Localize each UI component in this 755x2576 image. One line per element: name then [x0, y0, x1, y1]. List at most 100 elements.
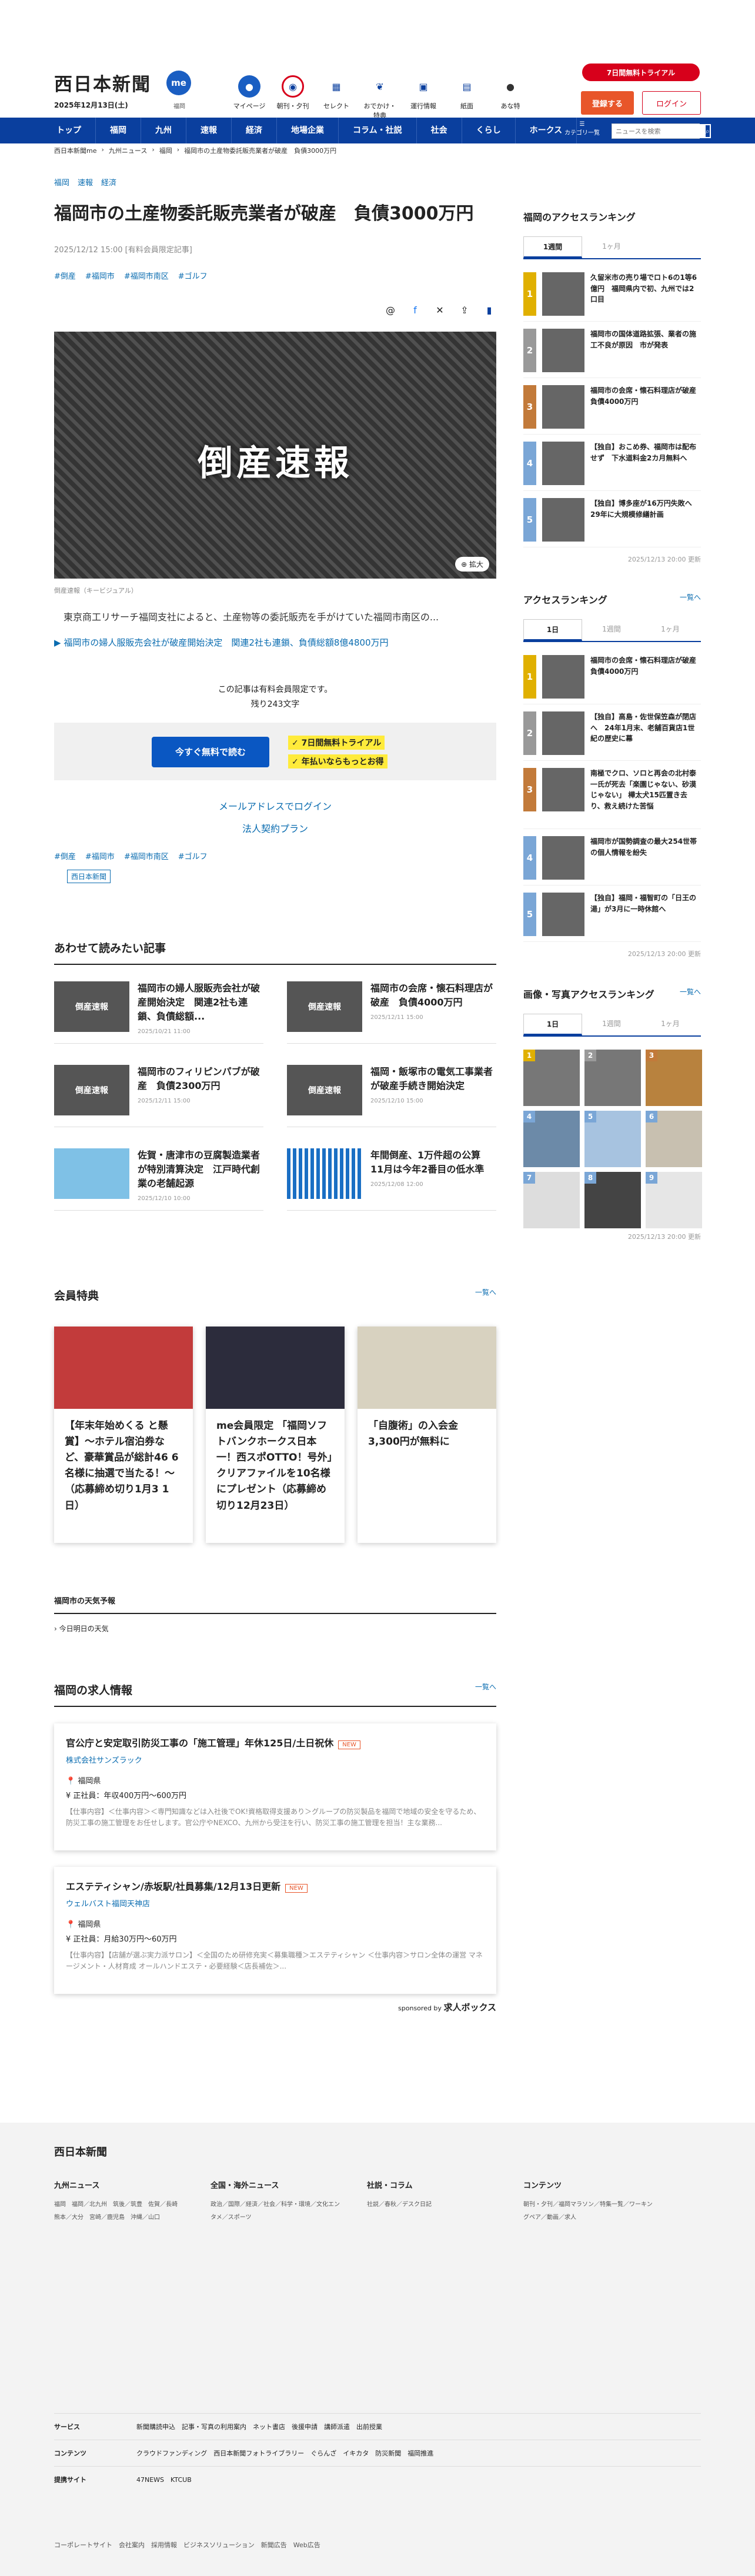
related-card[interactable]: 倒産速報 福岡市のフィリピンパブが破産 負債2300万円 2025/12/11 15… — [54, 1064, 263, 1127]
threads-icon[interactable]: @ — [383, 303, 397, 318]
hashtag-link[interactable]: #福岡市南区 — [124, 270, 169, 281]
ranking-item[interactable]: 3 福岡市の会席・懐石料理店が破産 負債4000万円 — [523, 385, 703, 435]
photo-thumb[interactable]: 6 — [646, 1111, 702, 1167]
search-input[interactable] — [612, 124, 704, 138]
tab-day[interactable]: 1日 — [523, 619, 582, 641]
transit-link[interactable]: ▣ 運行情報 — [405, 75, 442, 120]
select-link[interactable]: ▦ セレクト — [318, 75, 355, 120]
outing-link[interactable]: ❦ おでかけ・特典 — [361, 75, 399, 120]
hashtag-link[interactable]: #ゴルフ — [178, 850, 208, 861]
nav-item[interactable]: 社会 — [417, 118, 462, 143]
hashtag-link[interactable]: #倒産 — [54, 850, 76, 861]
related-card[interactable]: 年間倒産、1万件超の公算 11月は今年2番目の低水準 2025/12/08 12:… — [287, 1148, 496, 1211]
paper-edition-link[interactable]: ◉ 朝刊・夕刊 — [274, 75, 312, 120]
hashtag-link[interactable]: #福岡市 — [85, 850, 115, 861]
tab-week[interactable]: 1週間 — [582, 619, 641, 641]
footer-logo[interactable]: 西日本新聞 — [54, 2144, 107, 2159]
hashtag-link[interactable]: #倒産 — [54, 270, 76, 281]
photo-thumb[interactable]: 2 — [584, 1050, 641, 1106]
site-logo[interactable]: 西日本新聞 — [54, 69, 151, 96]
ranking-more-link[interactable]: 一覧へ — [680, 592, 701, 606]
breadcrumb-item[interactable]: 福岡 — [159, 146, 172, 155]
sponsor-logo[interactable]: 求人ボックス — [443, 2002, 496, 2013]
hashtag-link[interactable]: #福岡市 — [85, 270, 115, 281]
ranking-item[interactable]: 4 福岡市が国勢調査の最大254世帯の個人情報を紛失 — [523, 836, 701, 886]
nav-item[interactable]: 地場企業 — [277, 118, 339, 143]
related-card[interactable]: 倒産速報 福岡・飯塚市の電気工事業者が破産手続き開始決定 2025/12/10 15… — [287, 1064, 496, 1127]
mail-login-link[interactable]: メールアドレスでログイン — [54, 796, 496, 818]
corp-plan-link[interactable]: 法人契約プラン — [54, 818, 496, 840]
login-button[interactable]: ログイン — [642, 91, 701, 115]
trial-banner[interactable]: 7日間無料トライアル — [582, 64, 700, 81]
tag-link[interactable]: 福岡 — [54, 176, 69, 188]
tab-month[interactable]: 1ヶ月 — [582, 236, 641, 258]
ranking-item[interactable]: 1 久留米市の売り場でロト6の1等6億円 福岡県内で初、九州では2口目 — [523, 272, 701, 322]
job-card[interactable]: エステティシャン/赤坂駅/社員募集/12月13日更新 NEW ウェルバスト福岡天神… — [54, 1867, 496, 1994]
job-card[interactable]: 官公庁と安定取引防災工事の「施工管理」年休125日/土日祝休 NEW 株式会社サン… — [54, 1723, 496, 1850]
search-icon[interactable]: ⌕ — [704, 124, 711, 138]
hashtag-link[interactable]: #福岡市南区 — [124, 850, 169, 861]
tab-month[interactable]: 1ヶ月 — [641, 619, 700, 641]
share-icon[interactable]: ⇪ — [457, 303, 472, 318]
tab-month[interactable]: 1ヶ月 — [641, 1014, 700, 1035]
related-link[interactable]: ▶ 福岡市の婦人服販売会社が破産開始決定 関連2社も連鎖、負債総額8億4800万… — [54, 636, 496, 649]
facebook-icon[interactable]: f — [408, 303, 422, 318]
ranking-item[interactable]: 1 福岡市の会席・懐石料理店が破産 負債4000万円 — [523, 655, 703, 704]
nav-item[interactable]: 速報 — [186, 118, 232, 143]
photo-thumb[interactable]: 5 — [584, 1111, 641, 1167]
free-read-button[interactable]: 今すぐ無料で読む — [152, 736, 269, 767]
nav-item[interactable]: コラム・社説 — [339, 118, 417, 143]
nav-item[interactable]: くらし — [462, 118, 516, 143]
footer-links[interactable]: 朝刊・夕刊／福岡マラソン／特集一覧／ワーキングペア／動画／求人 — [523, 2199, 656, 2224]
ranking-item[interactable]: 4 【独自】おこめ券、福岡市は配布せず 下水道料金2カ月無料へ — [523, 442, 701, 491]
footer-bottom-links[interactable]: コーポレートサイト 会社案内 採用情報 ビジネスソリューション 新聞広告 Web… — [54, 2540, 320, 2550]
ranking-item[interactable]: 2 福岡市の国体道路拡張、業者の施工不良が原因 市が発表 — [523, 329, 701, 378]
register-button[interactable]: 登録する — [581, 91, 634, 115]
tab-week[interactable]: 1週間 — [523, 236, 582, 258]
shimen-link[interactable]: ▤ 紙面 — [448, 75, 486, 120]
ranking-item[interactable]: 3 南極でクロ、ソロと再会の北村泰一氏が死去「楽園じゃない、砂漠じゃない」 樺太犬… — [523, 768, 701, 829]
tag-link[interactable]: 経済 — [101, 176, 116, 188]
perks-more-link[interactable]: 一覧へ — [475, 1287, 496, 1303]
enlarge-button[interactable]: ⊕ 拡大 — [455, 556, 489, 572]
photo-thumb[interactable]: 7 — [523, 1172, 580, 1228]
bookmark-icon[interactable]: ▮ — [482, 303, 496, 318]
tag-link[interactable]: 速報 — [78, 176, 93, 188]
nav-item[interactable]: トップ — [42, 118, 96, 143]
related-card[interactable]: 倒産速報 福岡市の会席・懐石料理店が破産 負債4000万円 2025/12/11 1… — [287, 981, 496, 1044]
photo-thumb[interactable]: 1 — [523, 1050, 580, 1106]
perk-card[interactable]: 「自腹術」の入会金3,300円が無料に — [358, 1326, 496, 1543]
hashtag-link[interactable]: #ゴルフ — [178, 270, 208, 281]
anatoku-link[interactable]: ● あな特 — [492, 75, 529, 120]
footer-links[interactable]: 政治／国際／経済／社会／科学・環境／文化エンタメ／スポーツ — [211, 2199, 343, 2224]
perk-card[interactable]: me会員限定 「福岡ソフトバンクホークス日本一！西スポOTTO！号外」クリアファ… — [206, 1326, 345, 1543]
photo-thumb[interactable]: 8 — [584, 1172, 641, 1228]
related-card[interactable]: 倒産速報 福岡市の婦人服販売会社が破産開始決定 関連2社も連鎖、負債総額... 20… — [54, 981, 263, 1044]
x-icon[interactable]: ✕ — [433, 303, 447, 318]
ranking-item[interactable]: 5 【独自】福岡・福智町の「日王の湯」が3月に一時休館へ — [523, 893, 701, 942]
tab-week[interactable]: 1週間 — [582, 1014, 641, 1035]
perk-card[interactable]: 【年末年始めくる と懸賞】〜ホテル宿泊券など、豪華賞品が総計46 6名様に抽選で… — [54, 1326, 193, 1543]
ranking-item[interactable]: 2 【独自】高島・佐世保笠森が閉店へ 24年1月末、老舗百貨店1世紀の歴史に幕 — [523, 711, 701, 761]
nav-item[interactable]: 福岡 — [96, 118, 141, 143]
breadcrumb-item[interactable]: 九州ニュース — [109, 146, 147, 155]
hero-image[interactable]: 倒産速報 ⊕ 拡大 — [54, 331, 496, 579]
breadcrumb-item[interactable]: 西日本新聞me — [54, 146, 96, 155]
ranking-item[interactable]: 5 【独自】博多座が16万円失敗へ 29年に大規模修繕計画 — [523, 498, 701, 547]
jobs-more-link[interactable]: 一覧へ — [475, 1682, 496, 1698]
photo-thumb[interactable]: 9 — [646, 1172, 702, 1228]
mypage-link[interactable]: ● マイページ — [230, 75, 268, 120]
weather-link[interactable]: › 今日明日の天気 — [54, 1623, 496, 1633]
footer-links[interactable]: 福岡 福岡／北九州 筑後／筑豊 佐賀／長崎 熊本／大分 宮崎／鹿児島 沖縄／山口 — [54, 2199, 187, 2224]
photo-more-link[interactable]: 一覧へ — [680, 987, 701, 1001]
ranking-tabs: 1週間 1ヶ月 — [523, 236, 701, 259]
tab-day[interactable]: 1日 — [523, 1014, 582, 1035]
photo-thumb[interactable]: 3 — [646, 1050, 702, 1106]
category-menu[interactable]: ☰ カテゴリ一覧 — [564, 121, 600, 136]
footer-links[interactable]: 社説／春秋／デスク日記 — [367, 2199, 500, 2211]
nav-item[interactable]: 経済 — [232, 118, 277, 143]
nav-item[interactable]: 九州 — [141, 118, 186, 143]
photo-thumb[interactable]: 4 — [523, 1111, 580, 1167]
me-logo[interactable]: me — [166, 71, 191, 95]
related-card[interactable]: 佐賀・唐津市の豆腐製造業者が特別清算決定 江戸時代創業の老舗起源 2025/12/… — [54, 1148, 263, 1211]
